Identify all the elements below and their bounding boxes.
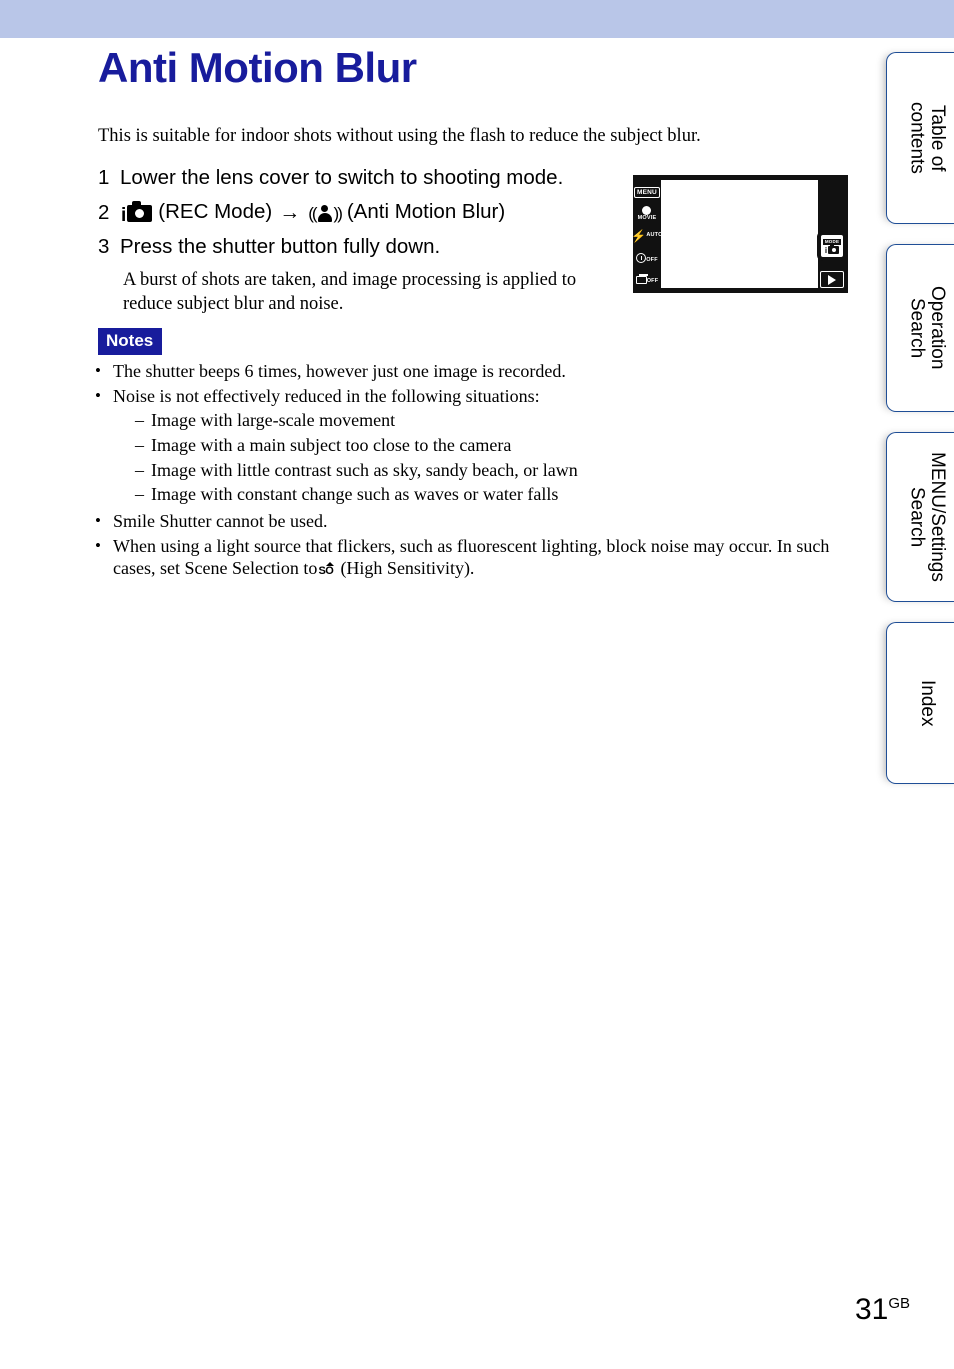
note-sub-item: – Image with little contrast such as sky… — [135, 459, 835, 482]
camera-menu-button[interactable]: MENU — [633, 181, 661, 203]
note-sub-item: – Image with large-scale movement — [135, 409, 835, 432]
top-color-band — [0, 0, 954, 38]
sidebar-tab-index[interactable]: Index — [886, 622, 954, 784]
sidebar-tab-label: MENU/Settings Search — [906, 452, 949, 582]
document-page: Anti Motion Blur This is suitable for in… — [0, 38, 880, 1369]
page-number-value: 31 — [854, 1293, 889, 1326]
rec-mode-i-letter: i — [121, 205, 127, 226]
rec-mode-label: (REC Mode) — [158, 200, 273, 223]
play-triangle-icon — [828, 274, 836, 285]
note-item: • The shutter beeps 6 times, however jus… — [95, 360, 835, 383]
self-timer-off-label: OFF — [646, 256, 658, 263]
sidebar-tab-operation-search[interactable]: Operation Search — [886, 244, 954, 412]
motion-wave-left-icon: (( — [308, 203, 317, 223]
camera-viewfinder-area — [661, 180, 818, 288]
note-text: Noise is not effectively reduced in the … — [113, 385, 540, 406]
note-sub-text: Image with constant change such as waves… — [151, 484, 559, 505]
camera-left-toolbar: MENU MOVIE ⚡ AUTO OFF OFF — [631, 175, 662, 293]
movie-record-icon: MOVIE — [638, 206, 657, 222]
camera-movie-button[interactable]: MOVIE — [633, 203, 661, 225]
note-dash-icon: – — [135, 459, 144, 480]
motion-wave-right-icon: )) — [333, 203, 343, 223]
sidebar-tab-menu-settings-search[interactable]: MENU/Settings Search — [886, 432, 954, 602]
notes-list: • The shutter beeps 6 times, however jus… — [95, 360, 835, 582]
burst-off-label: OFF — [646, 277, 659, 284]
step-2: 2 i (REC Mode) → (( )) (Anti Motion Blur… — [98, 200, 618, 225]
camera-icon — [127, 201, 153, 222]
page-number-suffix: GB — [888, 1295, 910, 1312]
step-3-description: A burst of shots are taken, and image pr… — [123, 270, 577, 314]
note-sub-text: Image with large-scale movement — [151, 410, 396, 431]
burst-mode-icon: OFF — [635, 274, 659, 284]
camera-playback-button[interactable] — [820, 271, 844, 288]
lightning-bolt-icon: ⚡ — [631, 229, 647, 243]
mode-button-icon: i — [824, 243, 840, 255]
clock-icon — [636, 253, 647, 263]
page-title: Anti Motion Blur — [98, 44, 417, 91]
intro-paragraph: This is suitable for indoor shots withou… — [98, 126, 701, 146]
sidebar-tab-label: Table of contents — [906, 102, 949, 174]
note-dash-icon: – — [135, 435, 144, 456]
arrow-icon: → — [279, 200, 301, 224]
step-2-text: i (REC Mode) → (( )) (Anti Motion Blur) — [120, 200, 506, 226]
note-sub-item: – Image with constant change such as wav… — [135, 483, 835, 506]
page-number: 31GB — [855, 1293, 910, 1327]
step-1-text: Lower the lens cover to switch to shooti… — [120, 166, 564, 189]
sidebar-tab-label: Operation Search — [906, 286, 949, 370]
instruction-steps: 1 Lower the lens cover to switch to shoo… — [98, 166, 618, 316]
iso-label: SO — [318, 565, 334, 578]
sidebar-tab-table-of-contents[interactable]: Table of contents — [886, 52, 954, 224]
note-item: • Smile Shutter cannot be used. — [95, 510, 835, 533]
note-bullet-icon: • — [95, 361, 101, 380]
note-text: Smile Shutter cannot be used. — [113, 511, 328, 532]
note-bullet-icon: • — [95, 511, 101, 531]
note-sub-list: – Image with large-scale movement – Imag… — [113, 409, 835, 506]
camera-flash-button[interactable]: ⚡ AUTO — [631, 225, 662, 247]
camera-mode-button[interactable]: MODE i — [817, 231, 847, 261]
note-text-group: When using a light source that flickers,… — [113, 535, 835, 580]
step-1-number: 1 — [98, 166, 110, 189]
note-dash-icon: – — [135, 484, 144, 505]
notes-badge: Notes — [98, 328, 163, 355]
flash-icon: ⚡ AUTO — [631, 230, 662, 242]
note-text-group: Noise is not effectively reduced in the … — [113, 385, 835, 508]
mode-i-letter: i — [824, 245, 828, 255]
menu-chip-label: MENU — [634, 186, 660, 198]
note-sub-text: Image with a main subject too close to t… — [151, 435, 512, 456]
movie-label: MOVIE — [637, 215, 657, 222]
step-3: 3 Press the shutter button fully down. — [98, 235, 618, 259]
step-2-number: 2 — [98, 201, 110, 224]
note-item: • When using a light source that flicker… — [95, 535, 835, 580]
burst-frames-icon — [635, 274, 648, 284]
sidebar-tab-label: Index — [916, 679, 938, 727]
camera-self-timer-button[interactable]: OFF — [633, 247, 661, 269]
mode-camera-icon — [828, 243, 840, 254]
note-item: • Noise is not effectively reduced in th… — [95, 385, 835, 508]
camera-screen-illustration: MENU MOVIE ⚡ AUTO OFF OFF MODE i — [631, 175, 848, 293]
record-dot-icon — [642, 206, 652, 216]
note-sub-text: Image with little contrast such as sky, … — [151, 459, 578, 480]
self-timer-icon: OFF — [636, 253, 658, 263]
note-bullet-icon: • — [95, 535, 101, 555]
anti-motion-blur-label: (Anti Motion Blur) — [346, 200, 506, 223]
step-3-number: 3 — [98, 235, 110, 258]
camera-burst-button[interactable]: OFF — [633, 269, 661, 291]
rec-mode-icon: i — [121, 201, 153, 226]
high-sensitivity-iso-icon: SO — [318, 562, 339, 577]
flash-auto-label: AUTO — [646, 232, 663, 239]
note-sub-item: – Image with a main subject too close to… — [135, 434, 835, 457]
note-dash-icon: – — [135, 410, 144, 431]
note-bullet-icon: • — [95, 385, 101, 405]
note-text: The shutter beeps 6 times, however just … — [113, 361, 566, 381]
person-icon — [317, 204, 333, 222]
note-text-after-icon: (High Sensitivity). — [340, 558, 475, 579]
anti-motion-blur-icon: (( )) — [308, 203, 343, 223]
step-1: 1 Lower the lens cover to switch to shoo… — [98, 166, 618, 190]
step-3-text: Press the shutter button fully down. — [120, 235, 441, 258]
